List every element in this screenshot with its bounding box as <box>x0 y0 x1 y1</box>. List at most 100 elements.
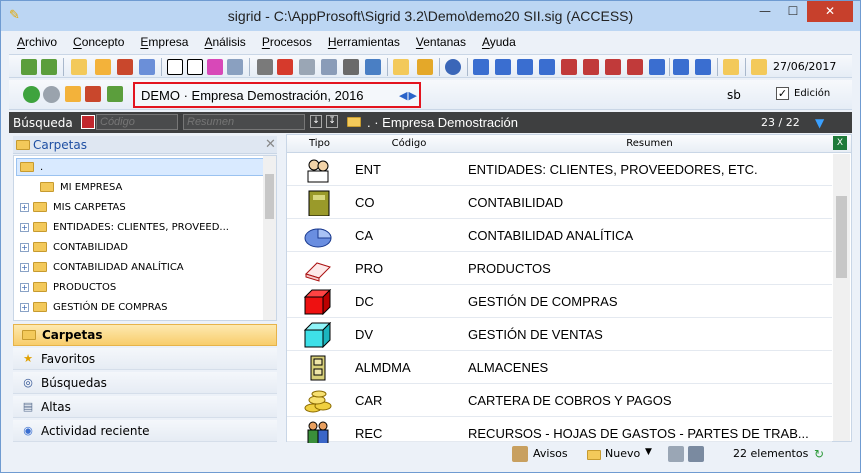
table-row[interactable]: REC RECURSOS - HOJAS DE GASTOS - PARTES … <box>287 418 832 445</box>
report-7-icon[interactable] <box>627 59 643 75</box>
nav-actividad[interactable]: ◉ Actividad reciente <box>13 420 277 442</box>
backup-icon[interactable] <box>695 59 711 75</box>
wrench-icon[interactable] <box>417 59 433 75</box>
report-6-icon[interactable] <box>605 59 621 75</box>
report-8-icon[interactable] <box>649 59 665 75</box>
archive-icon[interactable] <box>393 59 409 75</box>
grid-scroll-thumb[interactable] <box>836 196 847 278</box>
table-row[interactable]: DC GESTIÓN DE COMPRAS <box>287 286 832 318</box>
edit-checkbox[interactable]: ✓ <box>776 87 789 100</box>
close-button[interactable]: ✕ <box>807 1 853 22</box>
refresh-status-icon[interactable]: ↻ <box>814 447 824 461</box>
expand-icon[interactable]: + <box>20 222 29 232</box>
tree-item[interactable]: MI EMPRESA <box>40 177 122 197</box>
tools-icon[interactable] <box>343 59 359 75</box>
menu-herramientas[interactable]: Herramientas <box>320 32 408 52</box>
col-tipo[interactable]: Tipo <box>297 138 342 149</box>
resumen-input[interactable] <box>183 114 305 130</box>
report-1-icon[interactable] <box>473 59 489 75</box>
search-down-icon[interactable]: ↓ <box>310 115 322 128</box>
menu-empresa[interactable]: Empresa <box>132 32 196 52</box>
company-nav-arrows-icon[interactable]: ◀▶ <box>399 89 418 102</box>
search-clear-icon[interactable]: ↧ <box>326 115 338 128</box>
expand-icon[interactable]: + <box>20 262 29 272</box>
table-row[interactable]: ALMDMA ALMACENES <box>287 352 832 384</box>
printer-icon[interactable] <box>299 59 315 75</box>
note-icon[interactable] <box>723 59 739 75</box>
text-t-icon[interactable] <box>167 59 183 75</box>
tree-scroll-thumb[interactable] <box>265 174 274 219</box>
expand-icon[interactable]: + <box>20 202 29 212</box>
back-arrow-icon[interactable] <box>21 59 37 75</box>
text-e-icon[interactable] <box>187 59 203 75</box>
open-folder-icon[interactable] <box>71 59 87 75</box>
calculator-icon[interactable] <box>257 59 273 75</box>
home-icon[interactable] <box>117 59 133 75</box>
monitor-icon[interactable] <box>673 59 689 75</box>
database-icon[interactable] <box>321 59 337 75</box>
tree-item[interactable]: + CONTABILIDAD <box>20 237 128 257</box>
report-2-icon[interactable] <box>495 59 511 75</box>
print-icon[interactable] <box>668 446 684 462</box>
chevron-down-icon[interactable]: ▼ <box>645 447 652 457</box>
menu-ventanas[interactable]: Ventanas <box>408 32 474 52</box>
close-pane-icon[interactable]: ✕ <box>265 137 276 152</box>
tree-item[interactable]: + PRODUCTOS <box>20 277 116 297</box>
nuevo-button[interactable]: Nuevo <box>605 447 640 460</box>
image-icon[interactable] <box>227 59 243 75</box>
maximize-button[interactable]: ☐ <box>779 1 807 22</box>
table-row[interactable]: ENT ENTIDADES: CLIENTES, PROVEEDORES, ET… <box>287 154 832 186</box>
back-circle-icon[interactable] <box>23 86 40 103</box>
minimize-button[interactable]: — <box>751 1 779 22</box>
home-icon-2[interactable] <box>85 86 101 102</box>
nav-busquedas[interactable]: ◎ Búsquedas <box>13 372 277 394</box>
new-folder-icon-2[interactable] <box>65 86 81 102</box>
nav-carpetas[interactable]: Carpetas <box>13 324 277 346</box>
tree-scrollbar[interactable] <box>263 156 276 320</box>
expand-icon[interactable]: + <box>20 282 29 292</box>
menu-concepto[interactable]: Concepto <box>65 32 132 52</box>
calendar-icon[interactable] <box>751 59 767 75</box>
user-report-icon[interactable] <box>561 59 577 75</box>
print-preview-icon[interactable] <box>688 446 704 462</box>
col-resumen[interactable]: Resumen <box>467 138 832 149</box>
excel-export-icon[interactable]: X <box>833 136 847 150</box>
menu-archivo[interactable]: Archivo <box>9 32 65 52</box>
nav-favoritos[interactable]: ★ Favoritos <box>13 348 277 370</box>
new-folder-icon[interactable] <box>95 59 111 75</box>
search-type-icon[interactable] <box>81 115 95 129</box>
menu-procesos[interactable]: Procesos <box>254 32 320 52</box>
company-selector[interactable]: DEMO · Empresa Demostración, 2016 ◀▶ <box>133 82 421 108</box>
tree-item[interactable]: + CONTABILIDAD ANALÍTICA <box>20 257 184 277</box>
report-3-icon[interactable] <box>517 59 533 75</box>
tree-root[interactable]: . <box>20 157 43 177</box>
report-5-icon[interactable] <box>583 59 599 75</box>
color-palette-icon[interactable] <box>207 59 223 75</box>
table-row[interactable]: DV GESTIÓN DE VENTAS <box>287 319 832 351</box>
table-row[interactable]: CA CONTABILIDAD ANALÍTICA <box>287 220 832 252</box>
nav-altas[interactable]: ▤ Altas <box>13 396 277 418</box>
col-codigo[interactable]: Código <box>353 138 465 149</box>
report-4-icon[interactable] <box>539 59 555 75</box>
table-row[interactable]: CO CONTABILIDAD <box>287 187 832 219</box>
forward-arrow-icon[interactable] <box>41 59 57 75</box>
avisos-button[interactable]: Avisos <box>533 447 568 460</box>
menu-ayuda[interactable]: Ayuda <box>474 32 524 52</box>
filter-icon[interactable]: ▼ <box>815 116 824 130</box>
window-icon[interactable] <box>365 59 381 75</box>
menu-analisis[interactable]: Análisis <box>196 32 253 52</box>
tree-item[interactable]: + ENTIDADES: CLIENTES, PROVEED... <box>20 217 229 237</box>
grid-scrollbar[interactable] <box>833 154 850 441</box>
table-row[interactable]: CAR CARTERA DE COBROS Y PAGOS <box>287 385 832 417</box>
traffic-light-icon[interactable] <box>277 59 293 75</box>
codigo-input[interactable] <box>96 114 178 130</box>
forward-circle-icon[interactable] <box>43 86 60 103</box>
table-row[interactable]: PRO PRODUCTOS <box>287 253 832 285</box>
tree-item[interactable]: + GESTIÓN DE COMPRAS <box>20 297 167 317</box>
expand-icon[interactable]: + <box>20 242 29 252</box>
document-icon[interactable] <box>139 59 155 75</box>
globe-icon[interactable] <box>445 59 461 75</box>
refresh-icon[interactable] <box>107 86 123 102</box>
tree-item[interactable]: + MIS CARPETAS <box>20 197 126 217</box>
expand-icon[interactable]: + <box>20 302 29 312</box>
